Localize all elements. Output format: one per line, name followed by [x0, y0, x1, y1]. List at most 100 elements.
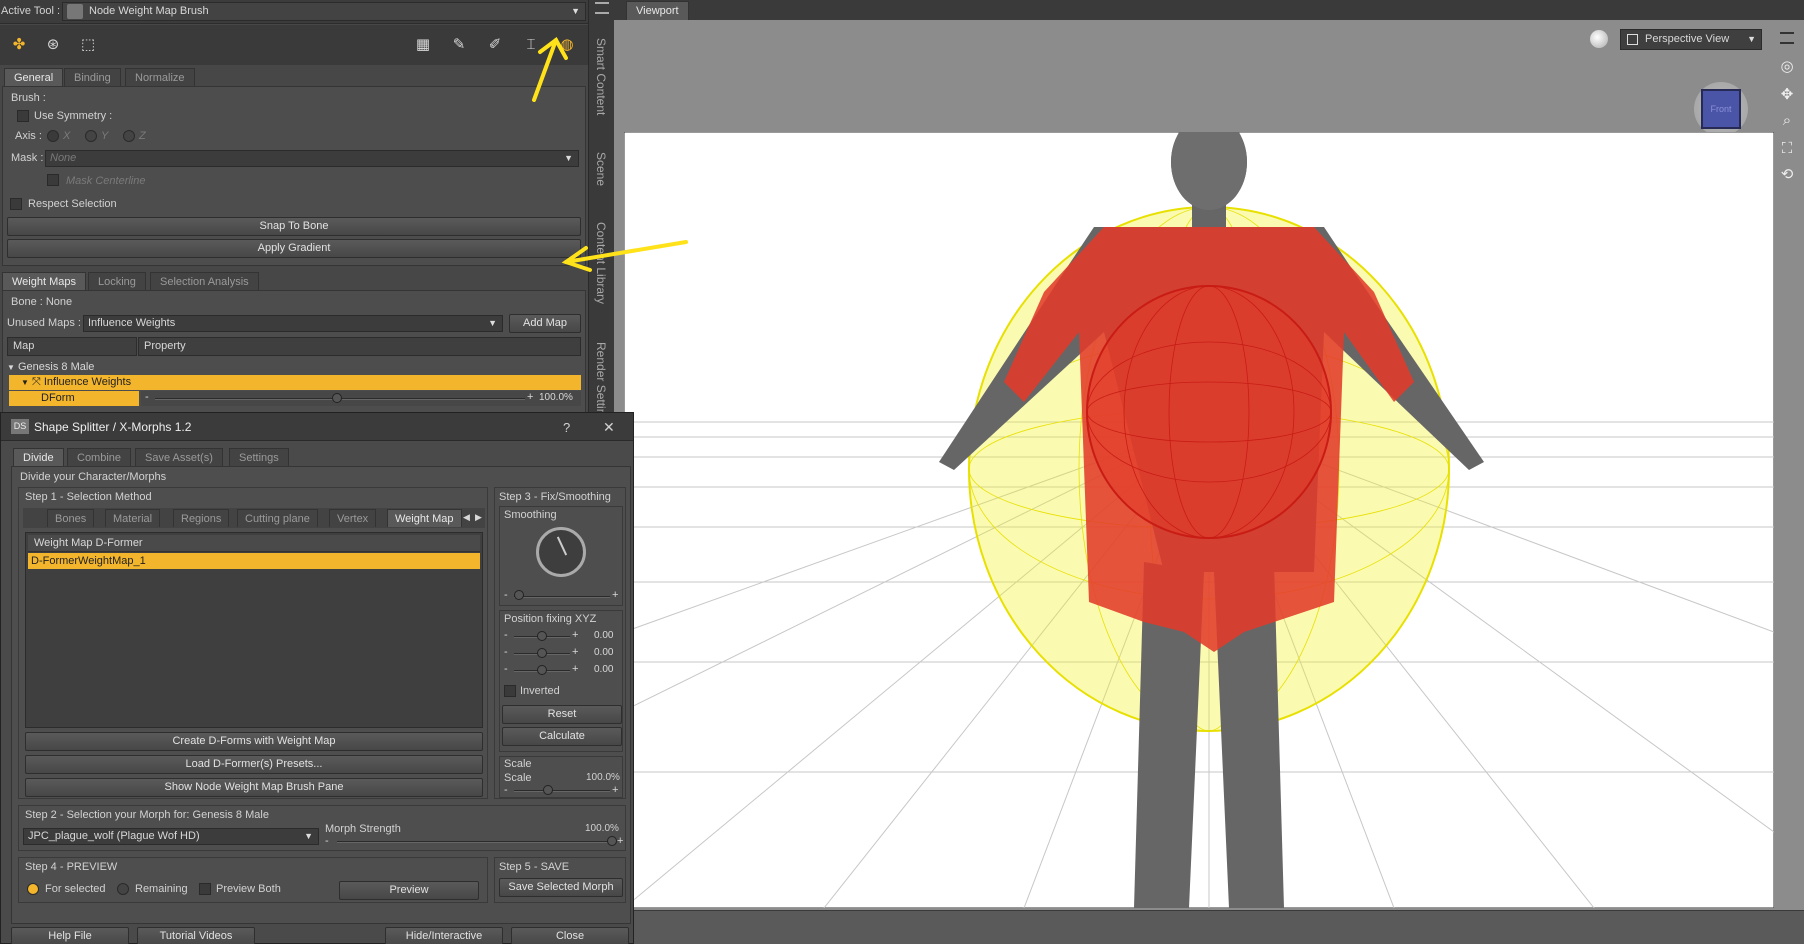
smoothing-slider-knob[interactable] [514, 590, 524, 600]
tab-viewport[interactable]: Viewport [626, 1, 689, 20]
tree-row-genesis[interactable]: ▼ Genesis 8 Male [7, 360, 581, 374]
tab-settings[interactable]: Settings [229, 448, 289, 466]
smoothing-slider[interactable] [514, 596, 610, 598]
dformer-list[interactable]: Weight Map D-Former D-FormerWeightMap_1 [25, 532, 483, 728]
hide-interactive-button[interactable]: Hide/Interactive [385, 927, 503, 944]
add-map-button[interactable]: Add Map [509, 314, 581, 333]
remaining-radio[interactable] [117, 883, 129, 895]
preview-both-checkbox[interactable] [199, 883, 211, 895]
axis-z-radio[interactable] [123, 130, 135, 142]
save-selected-morph-button[interactable]: Save Selected Morph [499, 878, 623, 897]
method-tab-material[interactable]: Material [105, 509, 161, 527]
tab-selection-analysis[interactable]: Selection Analysis [150, 272, 259, 290]
respect-selection-checkbox[interactable] [10, 198, 22, 210]
method-tab-cutting-plane[interactable]: Cutting plane [237, 509, 318, 527]
help-file-button[interactable]: Help File [11, 927, 129, 944]
reset-view-icon[interactable]: ⟲ [1776, 164, 1798, 186]
deselect-icon[interactable]: ⊛ [42, 34, 64, 56]
tab-general[interactable]: General [4, 68, 64, 86]
dform-slider[interactable]: - + 100.0% [141, 391, 581, 406]
axis-x-radio[interactable] [47, 130, 59, 142]
position-x-row[interactable]: - + 0.00 [502, 629, 622, 645]
reset-button[interactable]: Reset [502, 705, 622, 724]
view-cube[interactable]: Front [1694, 82, 1748, 136]
position-z-knob[interactable] [537, 665, 547, 675]
tab-divide[interactable]: Divide [13, 448, 64, 466]
mask-select[interactable]: None ▼ [45, 150, 579, 167]
smooth-brush-icon[interactable]: ✐ [484, 34, 506, 56]
method-tab-weight-map[interactable]: Weight Map [387, 509, 462, 527]
step3-group: Step 3 - Fix/Smoothing Smoothing - + Pos… [494, 487, 626, 799]
gradient-tool-icon[interactable]: ⌶ [520, 34, 542, 56]
position-y-knob[interactable] [537, 648, 547, 658]
tab-save-assets[interactable]: Save Asset(s) [135, 448, 223, 466]
orbit-icon[interactable]: ◎ [1776, 56, 1798, 78]
help-icon[interactable]: ? [563, 420, 570, 435]
position-y-row[interactable]: - + 0.00 [502, 646, 622, 662]
morph-strength-slider[interactable] [337, 841, 613, 843]
axis-y-radio[interactable] [85, 130, 97, 142]
snap-to-bone-button[interactable]: Snap To Bone [7, 217, 581, 236]
render-canvas[interactable] [624, 132, 1774, 908]
calculate-button[interactable]: Calculate [502, 727, 622, 746]
method-tab-regions[interactable]: Regions [173, 509, 230, 527]
preview-button[interactable]: Preview [339, 881, 479, 900]
marquee-select-icon[interactable]: ⬚ [77, 34, 99, 56]
grid-brush-icon[interactable]: ▦ [412, 34, 434, 56]
tab-locking[interactable]: Locking [88, 272, 146, 290]
tab-combine[interactable]: Combine [67, 448, 132, 466]
viewport-menu-icon[interactable] [1780, 32, 1794, 44]
sphere-brush-icon[interactable]: ◍ [556, 34, 578, 56]
tutorial-videos-button[interactable]: Tutorial Videos [137, 927, 255, 944]
tab-scene[interactable]: Scene [594, 152, 608, 186]
property-column-header[interactable]: Property [138, 337, 581, 356]
tab-scroll-left-icon[interactable]: ◀ [463, 512, 470, 523]
tab-weight-maps[interactable]: Weight Maps [2, 272, 86, 290]
zoom-icon[interactable]: ⌕ [1776, 110, 1798, 132]
view-cube-face[interactable]: Front [1701, 89, 1741, 129]
tab-content-library[interactable]: Content Library [594, 222, 608, 304]
close-icon[interactable]: ✕ [603, 419, 615, 436]
camera-lamp-icon[interactable] [1590, 30, 1608, 48]
dform-slider-knob[interactable] [332, 393, 342, 403]
paint-brush-icon[interactable]: ✎ [448, 34, 470, 56]
position-z-row[interactable]: - + 0.00 [502, 663, 622, 679]
active-tool-select[interactable]: Node Weight Map Brush ▼ [62, 2, 586, 21]
load-dformer-presets-button[interactable]: Load D-Former(s) Presets... [25, 755, 483, 774]
map-column-header[interactable]: Map [7, 337, 137, 356]
mask-centerline-checkbox[interactable] [47, 174, 59, 186]
tab-smart-content[interactable]: Smart Content [594, 38, 608, 115]
morph-select[interactable]: JPC_plague_wolf (Plague Wof HD) ▼ [23, 828, 319, 845]
minus-icon: - [504, 784, 508, 796]
tab-binding[interactable]: Binding [64, 68, 121, 86]
create-dforms-button[interactable]: Create D-Forms with Weight Map [25, 732, 483, 751]
method-tab-bones[interactable]: Bones [47, 509, 95, 527]
viewport-bottom-bar [614, 910, 1804, 944]
scale-slider-knob[interactable] [543, 785, 553, 795]
select-nodes-icon[interactable]: ✤ [8, 34, 30, 56]
show-weight-brush-button[interactable]: Show Node Weight Map Brush Pane [25, 778, 483, 797]
frame-icon[interactable]: ⛶ [1776, 138, 1798, 160]
inverted-checkbox[interactable] [504, 685, 516, 697]
smoothing-dial[interactable] [536, 527, 586, 577]
close-button[interactable]: Close [511, 927, 629, 944]
unused-maps-select[interactable]: Influence Weights ▼ [83, 315, 503, 332]
tab-normalize[interactable]: Normalize [125, 68, 195, 86]
panel-menu-icon[interactable] [595, 2, 609, 14]
dform-row[interactable]: DForm [9, 391, 139, 406]
apply-gradient-button[interactable]: Apply Gradient [7, 239, 581, 258]
scale-slider[interactable] [514, 790, 610, 792]
for-selected-radio[interactable] [27, 883, 39, 895]
minus-icon: - [504, 589, 508, 601]
use-symmetry-checkbox[interactable] [17, 110, 29, 122]
axis-label: Axis : [15, 130, 42, 142]
tab-scroll-right-icon[interactable]: ▶ [475, 512, 482, 523]
view-select[interactable]: Perspective View ▼ [1620, 29, 1762, 50]
position-x-knob[interactable] [537, 631, 547, 641]
position-x-value: 0.00 [594, 630, 614, 641]
pan-icon[interactable]: ✥ [1776, 84, 1798, 106]
method-tab-vertex[interactable]: Vertex [329, 509, 377, 527]
morph-strength-knob[interactable] [607, 836, 617, 846]
tree-row-influence-weights[interactable]: ▼ ⤧ Influence Weights [9, 375, 581, 390]
dformer-list-item[interactable]: D-FormerWeightMap_1 [28, 553, 480, 569]
